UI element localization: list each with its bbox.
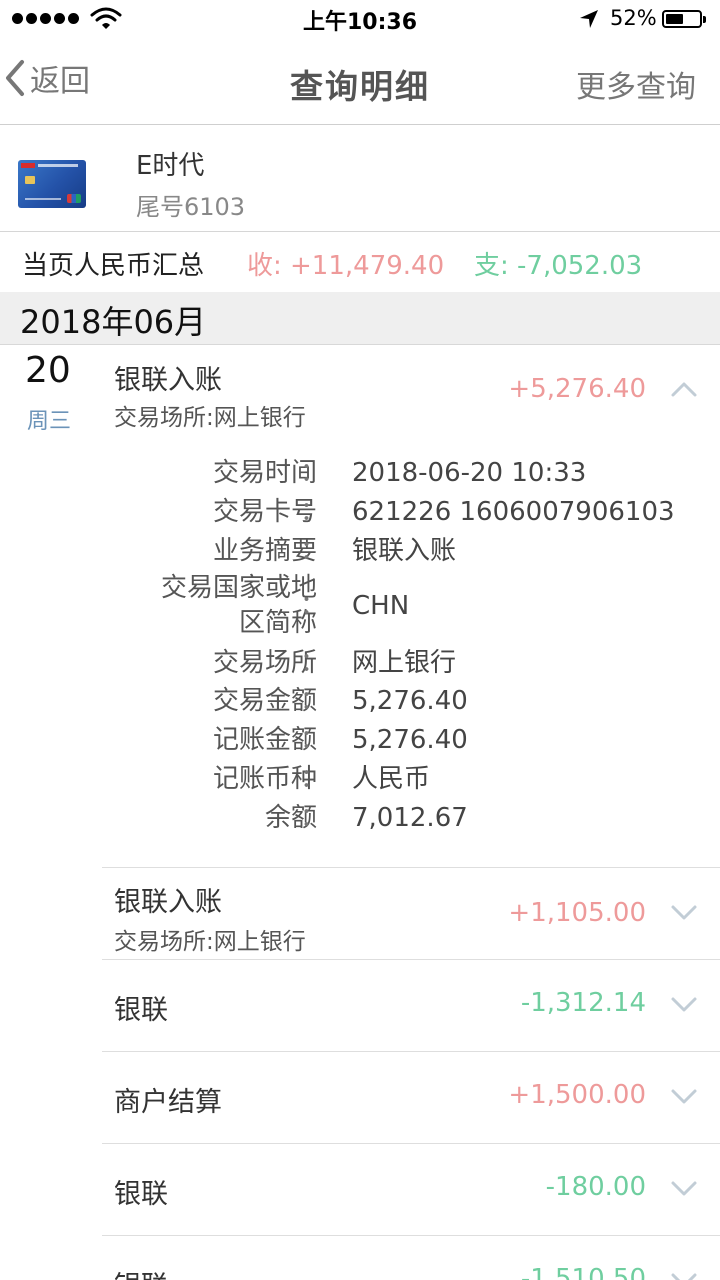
detail-row-posted-amount: 记账金额 ： 5,276.40 (102, 724, 720, 756)
transaction-title: 银联 (114, 995, 168, 1026)
detail-row-summary: 业务摘要 ： 银联入账 (102, 535, 720, 567)
transaction-title: 银联入账 (114, 887, 222, 918)
summary-income: 收: +11,479.40 (247, 251, 445, 281)
transaction-amount: -1,312.14 (520, 988, 646, 1018)
detail-colon: ： (300, 686, 327, 716)
month-header: 2018年06月 (0, 292, 720, 345)
transaction-title: 银联 (114, 1179, 168, 1210)
detail-colon: ： (300, 803, 327, 833)
more-query-button[interactable]: 更多查询 (576, 62, 696, 106)
bank-card-image (18, 160, 86, 208)
chevron-down-icon[interactable] (670, 1272, 698, 1280)
detail-row-card-number: 交易卡号 ： 621226 1606007906103 (102, 496, 720, 528)
detail-value: 621226 1606007906103 (352, 497, 675, 527)
transaction-amount: -1,510.50 (520, 1264, 646, 1280)
transaction-row[interactable]: 银联 -1,510.50 (102, 1236, 720, 1280)
summary-label: 当页人民币汇总 (22, 251, 205, 281)
transaction-row[interactable]: 银联 -180.00 (102, 1144, 720, 1235)
detail-colon: ： (300, 648, 327, 678)
detail-colon: ： (300, 497, 327, 527)
detail-row-amount: 交易金额 ： 5,276.40 (102, 685, 720, 717)
location-arrow-icon (580, 10, 598, 28)
transaction-row[interactable]: 银联入账 交易场所:网上银行 +1,105.00 (102, 868, 720, 959)
card-tail-number: 尾号6103 (136, 193, 246, 221)
transaction-subtitle: 交易场所:网上银行 (114, 929, 306, 955)
detail-colon: ： (300, 458, 327, 488)
detail-value: 5,276.40 (352, 686, 468, 716)
day-number: 20 (25, 350, 71, 391)
transaction-title: 银联入账 (114, 365, 222, 396)
battery-icon (662, 10, 706, 28)
detail-row-balance: 余额 ： 7,012.67 (102, 802, 720, 834)
chevron-down-icon[interactable] (670, 904, 698, 922)
detail-colon: ： (300, 536, 327, 566)
transaction-row[interactable]: 银联 -1,312.14 (102, 960, 720, 1051)
transaction-row[interactable]: 银联入账 交易场所:网上银行 +5,276.40 (102, 350, 720, 450)
status-bar: 上午10:36 52% (0, 0, 720, 40)
detail-colon: ： (300, 725, 327, 755)
card-name: E时代 (136, 151, 205, 181)
detail-colon: ： (300, 591, 327, 621)
transaction-title: 银联 (114, 1264, 168, 1280)
detail-value: 5,276.40 (352, 725, 468, 755)
transaction-amount: +5,276.40 (508, 374, 646, 404)
detail-row-time: 交易时间 ： 2018-06-20 10:33 (102, 457, 720, 489)
detail-value: 人民币 (352, 764, 431, 794)
transaction-subtitle: 交易场所:网上银行 (114, 405, 306, 431)
battery-percentage: 52% (610, 6, 657, 30)
transaction-row[interactable]: 商户结算 +1,500.00 (102, 1052, 720, 1143)
card-info: E时代 尾号6103 (0, 125, 720, 232)
detail-row-currency: 记账币种 ： 人民币 (102, 763, 720, 795)
detail-row-location: 交易场所 ： 网上银行 (102, 647, 720, 679)
summary-expense: 支: -7,052.03 (474, 251, 643, 281)
detail-row-country: 交易国家或地 区简称 ： CHN (102, 572, 720, 642)
day-weekday: 周三 (27, 409, 72, 434)
detail-value: 2018-06-20 10:33 (352, 458, 587, 488)
chevron-down-icon[interactable] (670, 1180, 698, 1198)
detail-value: 网上银行 (352, 648, 457, 678)
detail-value: CHN (352, 591, 410, 621)
detail-colon: ： (300, 764, 327, 794)
detail-value: 银联入账 (352, 536, 457, 566)
detail-value: 7,012.67 (352, 803, 468, 833)
chevron-up-icon[interactable] (670, 380, 698, 398)
page-summary: 当页人民币汇总 收: +11,479.40 支: -7,052.03 (0, 232, 720, 292)
transaction-title: 商户结算 (114, 1087, 222, 1118)
transaction-amount: -180.00 (545, 1172, 646, 1202)
chevron-down-icon[interactable] (670, 996, 698, 1014)
chevron-down-icon[interactable] (670, 1088, 698, 1106)
transaction-amount: +1,500.00 (508, 1080, 646, 1110)
transaction-amount: +1,105.00 (508, 898, 646, 928)
navigation-bar: 返回 查询明细 更多查询 (0, 40, 720, 125)
month-label: 2018年06月 (20, 303, 207, 341)
detail-label: 交易国家或地 (160, 573, 317, 603)
